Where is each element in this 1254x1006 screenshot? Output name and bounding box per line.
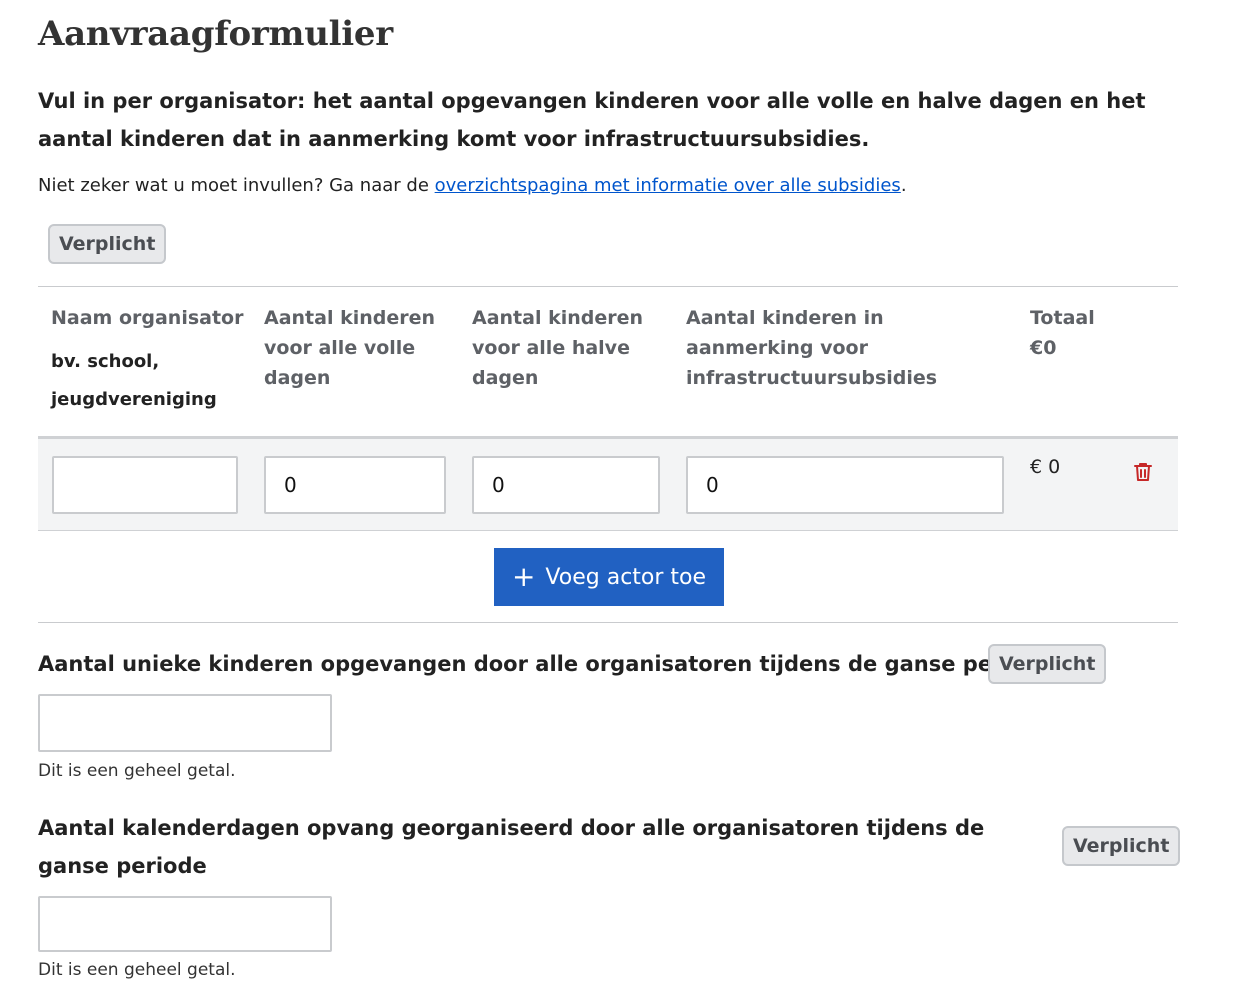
required-badge-unique-children: Verplicht <box>988 644 1107 684</box>
header-full-days: Aantal kinderen voor alle volle dagen <box>264 307 436 389</box>
form-intro: Vul in per organisator: het aantal opgev… <box>38 89 1146 151</box>
page-title: Aanvraagformulier <box>38 14 393 54</box>
header-infra: Aantal kinderen in aanmerking voor infra… <box>686 307 938 389</box>
header-organizer-name: Naam organisator <box>51 307 244 329</box>
subsidies-overview-link[interactable]: overzichtspagina met informatie over all… <box>435 175 901 196</box>
header-half-days: Aantal kinderen voor alle halve dagen <box>472 307 644 389</box>
full-days-input[interactable] <box>264 456 446 514</box>
form-page: Aanvraagformulier Vul in per organisator… <box>0 0 1254 1006</box>
table-bottom-divider <box>38 622 1178 623</box>
calendar-days-input[interactable] <box>38 896 332 952</box>
header-organizer-example: bv. school, jeugdvereniging <box>51 351 217 410</box>
unique-children-input[interactable] <box>38 694 332 752</box>
required-badge-calendar-days: Verplicht <box>1062 826 1181 866</box>
header-total: Totaal €0 <box>1030 307 1095 359</box>
row-total: € 0 <box>1030 456 1061 478</box>
add-actor-label: Voeg actor toe <box>545 564 707 590</box>
help-hint: Niet zeker wat u moet invullen? Ga naar … <box>38 172 907 200</box>
add-actor-button[interactable]: + Voeg actor toe <box>494 548 724 606</box>
required-badge-table: Verplicht <box>48 224 167 264</box>
hint-suffix: . <box>900 175 907 196</box>
unique-children-label: Aantal unieke kinderen opgevangen door a… <box>38 652 1054 676</box>
trash-icon[interactable] <box>1131 460 1155 484</box>
plus-icon: + <box>511 560 536 593</box>
table-top-divider <box>38 286 1178 287</box>
infra-input[interactable] <box>686 456 1004 514</box>
calendar-days-help: Dit is een geheel getal. <box>38 960 236 980</box>
calendar-days-label: Aantal kalenderdagen opvang georganiseer… <box>38 816 985 878</box>
unique-children-help: Dit is een geheel getal. <box>38 761 236 781</box>
half-days-input[interactable] <box>472 456 660 514</box>
organizer-name-input[interactable] <box>52 456 238 514</box>
hint-prefix: Niet zeker wat u moet invullen? Ga naar … <box>38 175 435 196</box>
